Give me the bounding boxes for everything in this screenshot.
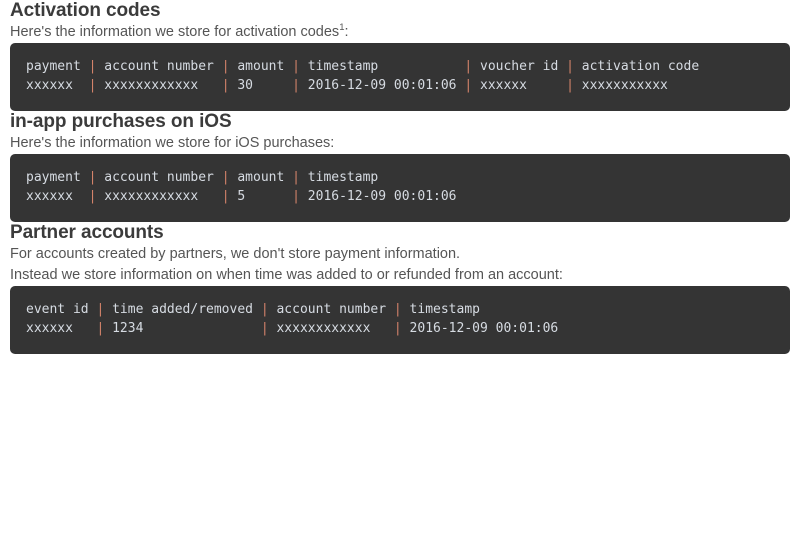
section-intro-text: Here's the information we store for iOS … xyxy=(10,135,335,151)
code-block-partner-accounts: event id | time added/removed | account … xyxy=(10,286,790,354)
code-header-row: payment | account number | amount | time… xyxy=(26,170,379,185)
column-separator: | xyxy=(221,78,230,93)
section-heading-activation-codes: Activation codes xyxy=(10,0,161,21)
column-separator: | xyxy=(464,78,473,93)
section-intro-line-1: For accounts created by partners, we don… xyxy=(10,246,461,262)
column-separator: | xyxy=(88,59,97,74)
column-separator: | xyxy=(96,302,105,317)
column-separator: | xyxy=(464,59,473,74)
section-heading-partner-accounts: Partner accounts xyxy=(10,222,164,243)
column-separator: | xyxy=(88,170,97,185)
document-body: Activation codes Here's the information … xyxy=(0,0,800,354)
column-separator: | xyxy=(292,59,300,74)
section-intro-in-app-purchases: Here's the information we store for iOS … xyxy=(10,133,790,154)
section-heading-in-app-purchases: in-app purchases on iOS xyxy=(10,111,232,132)
column-separator: | xyxy=(566,59,574,74)
code-block-in-app-purchases: payment | account number | amount | time… xyxy=(10,154,790,222)
column-separator: | xyxy=(393,321,402,336)
code-header-row: event id | time added/removed | account … xyxy=(26,302,480,317)
column-separator: | xyxy=(260,302,269,317)
section-intro-activation-codes: Here's the information we store for acti… xyxy=(10,22,790,43)
column-separator: | xyxy=(292,170,300,185)
column-separator: | xyxy=(221,189,230,204)
column-separator: | xyxy=(96,321,105,336)
code-value-row: xxxxxx | xxxxxxxxxxxx | 30 | 2016-12-09 … xyxy=(26,78,668,93)
code-value-row: xxxxxx | 1234 | xxxxxxxxxxxx | 2016-12-0… xyxy=(26,321,559,336)
column-separator: | xyxy=(292,78,300,93)
column-separator: | xyxy=(221,59,230,74)
code-value-row: xxxxxx | xxxxxxxxxxxx | 5 | 2016-12-09 0… xyxy=(26,189,457,204)
section-intro-line-2: Instead we store information on when tim… xyxy=(10,267,563,283)
column-separator: | xyxy=(260,321,269,336)
column-separator: | xyxy=(566,78,574,93)
code-block-activation-codes: payment | account number | amount | time… xyxy=(10,43,790,111)
column-separator: | xyxy=(393,302,402,317)
code-header-row: payment | account number | amount | time… xyxy=(26,59,700,74)
column-separator: | xyxy=(88,78,97,93)
section-intro-text: Here's the information we store for acti… xyxy=(10,24,340,40)
column-separator: | xyxy=(88,189,97,204)
section-intro-partner-accounts: For accounts created by partners, we don… xyxy=(10,244,790,286)
section-intro-suffix: : xyxy=(344,24,349,40)
column-separator: | xyxy=(221,170,230,185)
column-separator: | xyxy=(292,189,300,204)
